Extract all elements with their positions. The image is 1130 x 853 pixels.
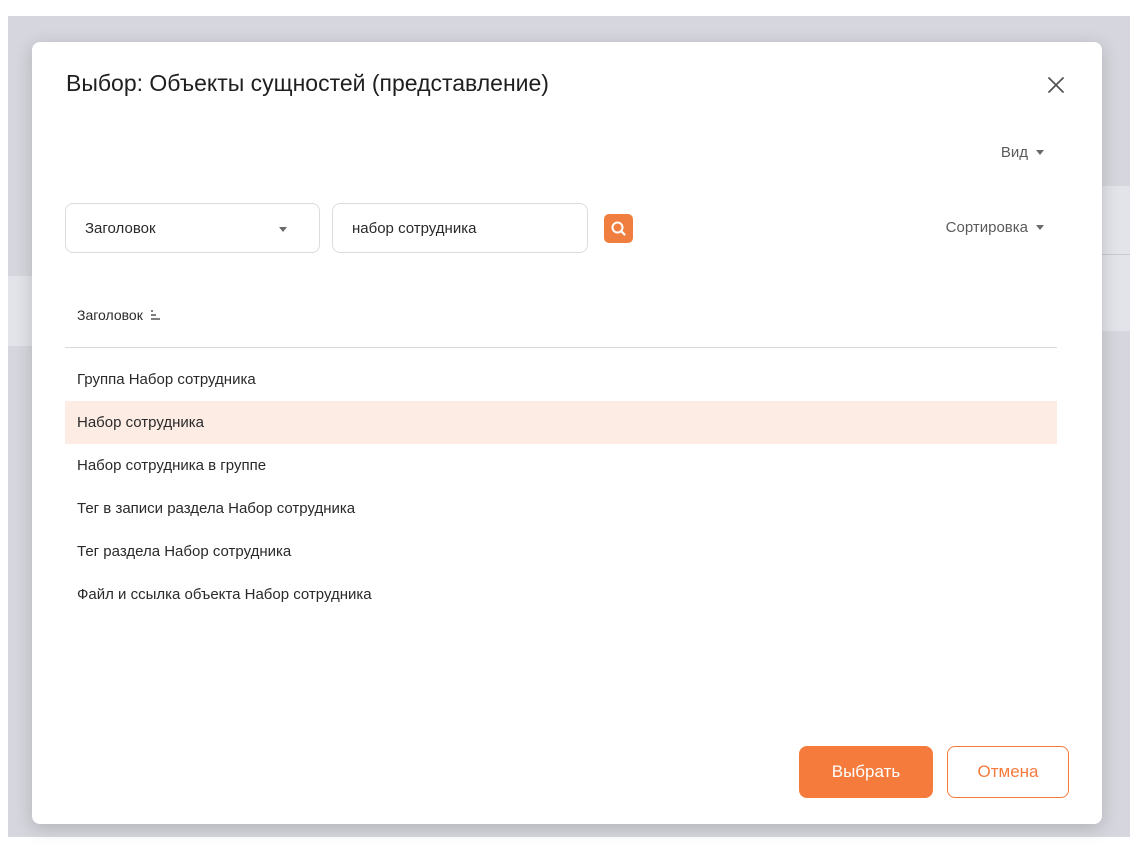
sort-ascending-icon — [150, 310, 160, 320]
search-input-value: набор сотрудника — [352, 219, 477, 237]
column-header-title[interactable]: Заголовок — [77, 307, 162, 323]
chevron-down-icon — [1036, 150, 1044, 155]
selection-dialog: Выбор: Объекты сущностей (представление)… — [32, 42, 1102, 824]
view-dropdown[interactable]: Вид — [1001, 144, 1044, 161]
list-item[interactable]: Файл и ссылка объекта Набор сотрудника — [65, 573, 1057, 616]
chevron-down-icon — [1036, 225, 1044, 230]
column-header-label: Заголовок — [77, 307, 143, 323]
dialog-title: Выбор: Объекты сущностей (представление) — [66, 70, 549, 96]
list-item-selected[interactable]: Набор сотрудника — [65, 401, 1057, 444]
close-icon — [1048, 77, 1064, 93]
cancel-button[interactable]: Отмена — [947, 746, 1069, 798]
sort-label: Сортировка — [945, 219, 1028, 236]
search-button[interactable] — [604, 214, 633, 243]
close-button[interactable] — [1044, 73, 1068, 97]
results-list: Группа Набор сотрудника Набор сотрудника… — [65, 358, 1057, 616]
sort-dropdown[interactable]: Сортировка — [946, 219, 1044, 236]
chevron-down-icon — [279, 227, 287, 232]
view-label: Вид — [1000, 144, 1028, 161]
column-select-value: Заголовок — [85, 219, 156, 237]
list-item[interactable]: Набор сотрудника в группе — [65, 444, 1057, 487]
column-select[interactable]: Заголовок — [65, 203, 320, 253]
search-icon — [611, 221, 626, 236]
list-item[interactable]: Тег раздела Набор сотрудника — [65, 530, 1057, 573]
select-button[interactable]: Выбрать — [799, 746, 933, 798]
list-item[interactable]: Группа Набор сотрудника — [65, 358, 1057, 401]
header-divider — [65, 347, 1057, 348]
list-item[interactable]: Тег в записи раздела Набор сотрудника — [65, 487, 1057, 530]
background-panel — [8, 276, 32, 346]
search-input[interactable]: набор сотрудника — [332, 203, 588, 253]
